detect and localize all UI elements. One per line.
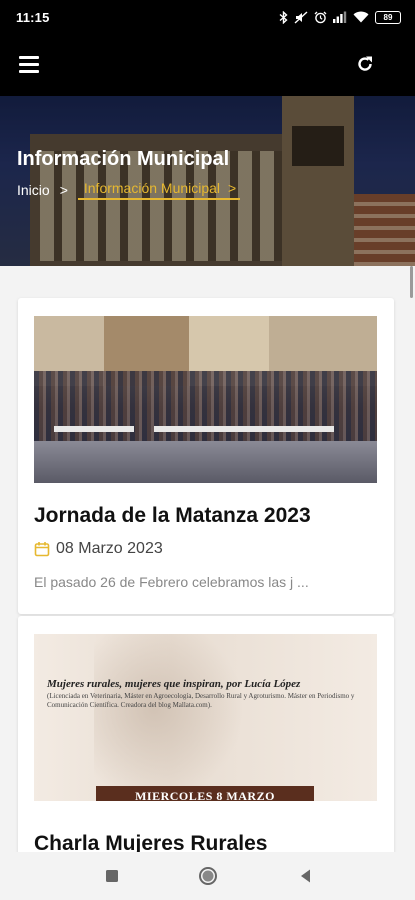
recents-square-icon[interactable] (102, 866, 122, 886)
post-date: 08 Marzo 2023 (34, 540, 163, 558)
breadcrumb-home-link[interactable]: Inicio (17, 182, 50, 198)
post-image[interactable]: Mujeres rurales, mujeres que inspiran, p… (34, 634, 377, 801)
post-card[interactable]: Mujeres rurales, mujeres que inspiran, p… (18, 616, 394, 852)
home-circle-icon[interactable] (198, 866, 218, 886)
breadcrumb: Inicio > Información Municipal > (17, 180, 241, 200)
alarm-icon (314, 11, 327, 24)
post-title[interactable]: Charla Mujeres Rurales (34, 832, 267, 852)
post-card[interactable]: Jornada de la Matanza 2023 08 Marzo 2023… (18, 298, 394, 614)
signal-icon (333, 11, 347, 23)
status-icons: 89 (279, 10, 401, 24)
status-bar: 11:15 89 (0, 0, 415, 34)
post-title[interactable]: Jornada de la Matanza 2023 (34, 504, 311, 528)
breadcrumb-separator: > (59, 182, 68, 198)
poster-subtitle: (Licenciada en Veterinaria, Máster en Ag… (47, 692, 355, 709)
back-triangle-icon[interactable] (296, 866, 316, 886)
system-nav-bar (0, 852, 415, 900)
app-bar (0, 34, 415, 96)
post-excerpt: El pasado 26 de Febrero celebramos las j… (34, 574, 309, 590)
hero-banner: Información Municipal Inicio > Informaci… (0, 96, 415, 266)
status-time: 11:15 (16, 9, 50, 25)
post-date-text: 08 Marzo 2023 (56, 540, 163, 557)
battery-icon: 89 (375, 10, 401, 24)
post-image[interactable] (34, 316, 377, 483)
scrollbar[interactable] (410, 266, 413, 298)
poster-date-band: MIERCOLES 8 MARZO (96, 786, 314, 801)
page-title: Información Municipal (17, 148, 230, 170)
poster-heading: Mujeres rurales, mujeres que inspiran, p… (47, 678, 301, 690)
post-list: Jornada de la Matanza 2023 08 Marzo 2023… (0, 266, 415, 852)
mute-icon (294, 10, 308, 24)
breadcrumb-current[interactable]: Información Municipal > (77, 180, 241, 200)
refresh-icon[interactable] (355, 54, 375, 74)
bluetooth-icon (279, 10, 288, 24)
hamburger-icon[interactable] (19, 56, 39, 73)
wifi-icon (353, 11, 369, 23)
calendar-icon (34, 542, 50, 557)
